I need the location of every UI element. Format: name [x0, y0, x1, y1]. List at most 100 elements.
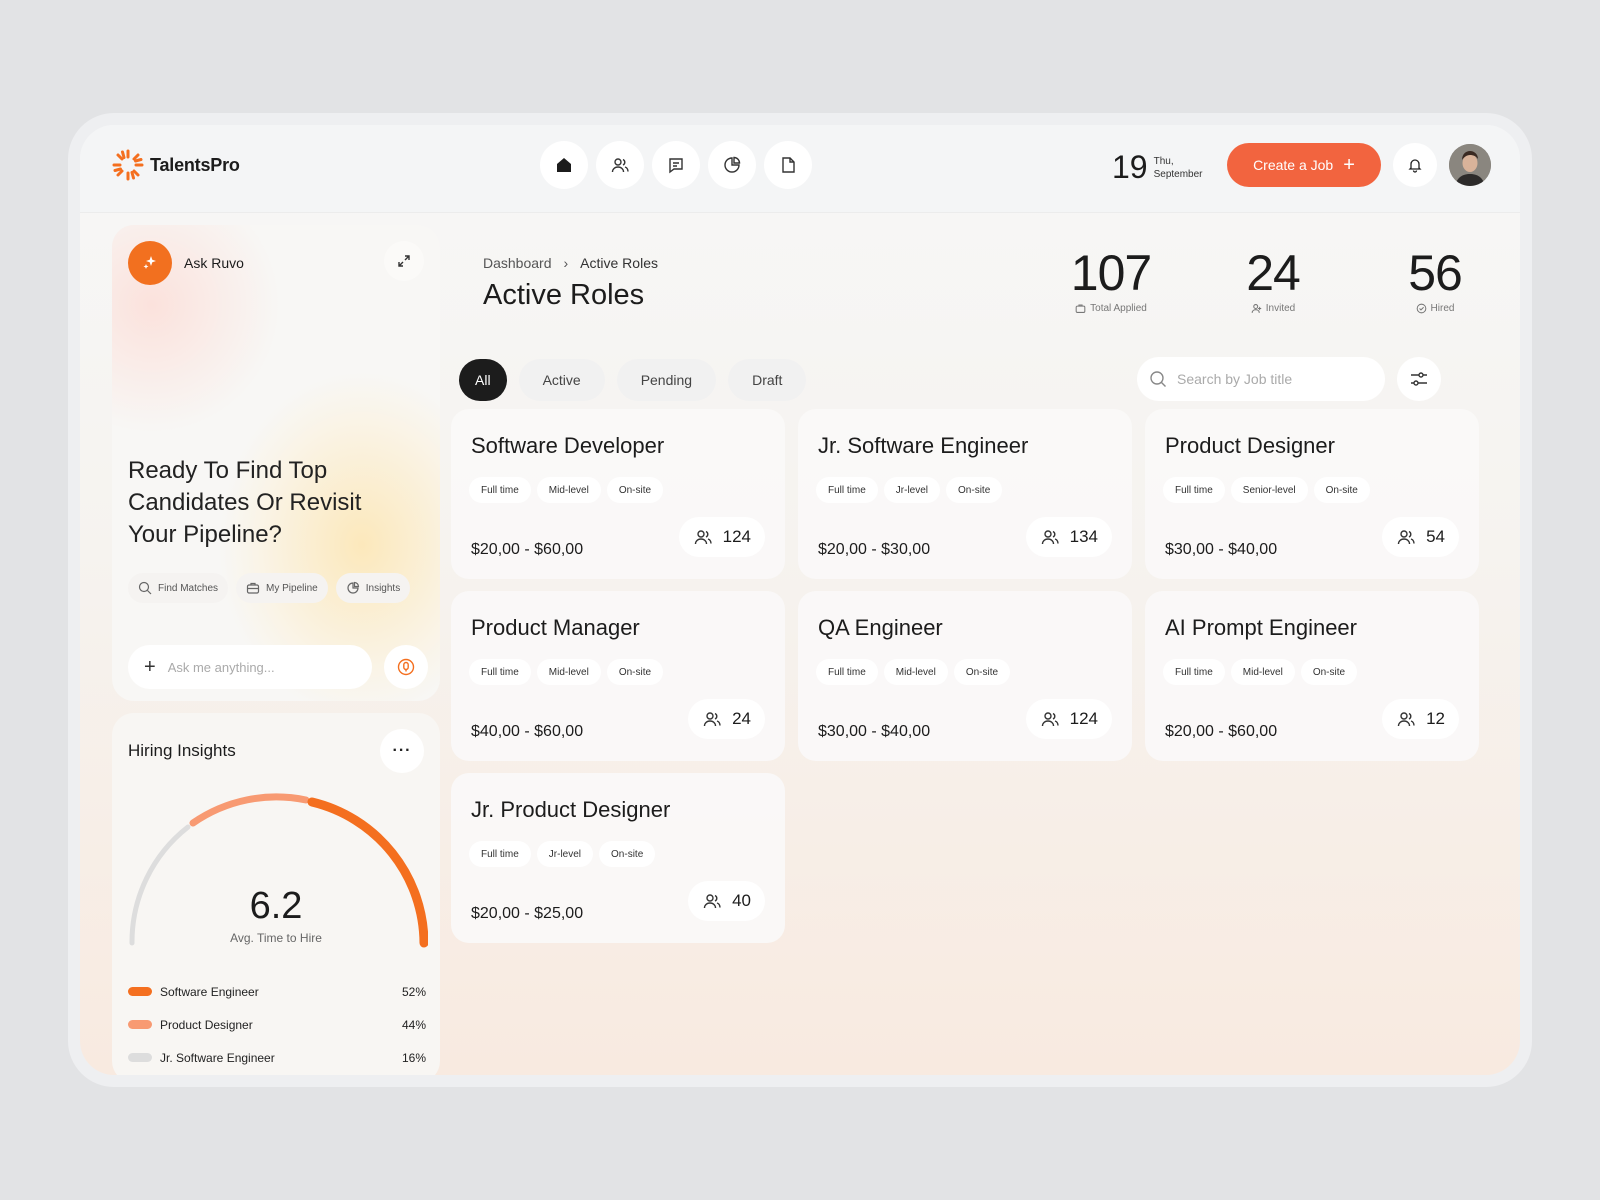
sun-logo-icon	[112, 149, 144, 181]
job-tag: On-site	[599, 841, 656, 867]
gauge-label: Avg. Time to Hire	[230, 931, 322, 945]
legend-swatch	[128, 1053, 152, 1062]
nav-candidates[interactable]	[596, 141, 644, 189]
message-icon	[669, 158, 683, 174]
job-card[interactable]: Jr. Product Designer Full time Jr-level …	[451, 773, 785, 943]
job-card[interactable]: AI Prompt Engineer Full time Mid-level O…	[1145, 591, 1479, 761]
job-tags: Full time Jr-level On-site	[816, 477, 1003, 503]
chevron-right-icon: ›	[563, 255, 569, 271]
date-day: 19	[1112, 149, 1148, 185]
tab-draft[interactable]: Draft	[728, 359, 807, 401]
logo[interactable]: TalentsPro	[112, 149, 240, 181]
job-salary: $40,00 - $60,00	[471, 723, 584, 740]
ruvo-headline: Ready To Find Top Candidates Or Revisit …	[128, 457, 362, 548]
filter-settings-button[interactable]	[1397, 357, 1441, 401]
applicant-count[interactable]: 124	[678, 517, 765, 557]
create-job-button[interactable]: Create a Job +	[1227, 143, 1381, 187]
home-icon	[557, 158, 571, 172]
job-card[interactable]: Jr. Software Engineer Full time Jr-level…	[798, 409, 1132, 579]
tab-all[interactable]: All	[459, 359, 507, 401]
ask-ruvo-panel: Ask Ruvo Ready To Find Top Candidates Or…	[112, 225, 440, 701]
job-title: Product Manager	[471, 615, 640, 640]
applicant-count[interactable]: 12	[1382, 699, 1459, 739]
legend-pct: 16%	[401, 1050, 426, 1065]
stat-label-text: Hired	[1430, 303, 1455, 314]
users-icon	[703, 894, 721, 909]
avatar-icon	[1449, 144, 1491, 186]
job-tag: On-site	[606, 659, 664, 685]
job-tag: Jr-level	[883, 477, 941, 503]
tab-active[interactable]: Active	[518, 359, 605, 401]
stat-label: Invited	[1192, 303, 1354, 314]
check-circle-icon	[1416, 303, 1426, 314]
bell-icon	[1408, 159, 1422, 173]
applicant-count[interactable]: 40	[688, 881, 765, 921]
job-salary: $20,00 - $30,00	[818, 541, 931, 558]
nav-analytics[interactable]	[708, 141, 756, 189]
job-card[interactable]: QA Engineer Full time Mid-level On-site …	[798, 591, 1132, 761]
user-add-icon	[1251, 304, 1261, 313]
mic-button[interactable]	[384, 645, 428, 689]
sliders-icon	[1411, 372, 1427, 386]
gauge-segment-product-designer	[189, 793, 310, 827]
legend-name: Software Engineer	[160, 984, 259, 999]
ruvo-chips: Find Matches My Pipeline Insights	[128, 573, 411, 603]
insights-title: Hiring Insights	[128, 741, 236, 760]
legend-item: Jr. Software Engineer 16%	[128, 1041, 426, 1074]
job-tag: Full time	[1163, 477, 1225, 503]
ask-input[interactable]: + Ask me anything...	[128, 645, 372, 689]
stat-value: 24	[1246, 245, 1301, 301]
chip-my-pipeline[interactable]: My Pipeline	[236, 573, 328, 603]
job-card[interactable]: Product Designer Full time Senior-level …	[1145, 409, 1479, 579]
stat-invited: 24 Invited	[1192, 243, 1354, 314]
job-tag: On-site	[953, 659, 1011, 685]
stat-hired: 56 Hired	[1354, 243, 1516, 314]
nav-home[interactable]	[540, 141, 588, 189]
applicant-count[interactable]: 134	[1025, 517, 1112, 557]
chip-find-matches[interactable]: Find Matches	[128, 573, 229, 603]
more-options-button[interactable]: ···	[380, 729, 424, 773]
user-avatar[interactable]	[1449, 144, 1491, 186]
job-title: Software Developer	[471, 433, 665, 458]
search-icon	[138, 581, 152, 595]
expand-button[interactable]	[384, 241, 424, 281]
nav-documents[interactable]	[764, 141, 812, 189]
applicant-count-value: 124	[722, 527, 751, 546]
chip-insights[interactable]: Insights	[335, 573, 411, 603]
job-card[interactable]: Software Developer Full time Mid-level O…	[451, 409, 785, 579]
users-icon	[611, 158, 629, 173]
insights-legend: Software Engineer 52% Product Designer 4…	[128, 975, 426, 1074]
stat-total-applied: 107 Total Applied	[1030, 243, 1192, 314]
job-card[interactable]: Product Manager Full time Mid-level On-s…	[451, 591, 785, 761]
nav-messages[interactable]	[652, 141, 700, 189]
job-title: Product Designer	[1165, 433, 1335, 458]
job-tags: Full time Senior-level On-site	[1163, 477, 1370, 503]
legend-pct: 44%	[401, 1017, 426, 1032]
breadcrumb-root[interactable]: Dashboard	[483, 255, 552, 271]
chip-label: Find Matches	[158, 582, 219, 594]
legend-swatch	[128, 1020, 152, 1029]
tab-pending[interactable]: Pending	[616, 359, 717, 401]
notifications-button[interactable]	[1393, 143, 1437, 187]
job-salary: $20,00 - $60,00	[1165, 723, 1278, 740]
job-search-input[interactable]: Search by Job title	[1137, 357, 1385, 401]
applicant-count[interactable]: 54	[1382, 517, 1459, 557]
app-name: TalentsPro	[150, 154, 240, 175]
job-title: Jr. Software Engineer	[818, 433, 1029, 458]
users-icon	[1397, 712, 1415, 727]
breadcrumb-current: Active Roles	[580, 255, 658, 271]
job-tag: Jr-level	[536, 841, 594, 867]
applicant-count[interactable]: 24	[688, 699, 765, 739]
legend-name: Product Designer	[160, 1017, 253, 1032]
chip-label: Insights	[365, 582, 401, 594]
date-weekday: Thu,	[1153, 155, 1174, 167]
job-tag: Full time	[469, 477, 531, 503]
microphone-icon	[397, 658, 415, 676]
app-screen: TalentsPro 19 Thu, September Create a Jo…	[80, 125, 1520, 1075]
job-tags: Full time Mid-level On-site	[469, 477, 664, 503]
job-tag: Mid-level	[536, 659, 601, 685]
plus-icon[interactable]: +	[144, 657, 156, 677]
job-tag: On-site	[946, 477, 1003, 503]
applicant-count[interactable]: 124	[1025, 699, 1112, 739]
job-tags: Full time Jr-level On-site	[469, 841, 656, 867]
